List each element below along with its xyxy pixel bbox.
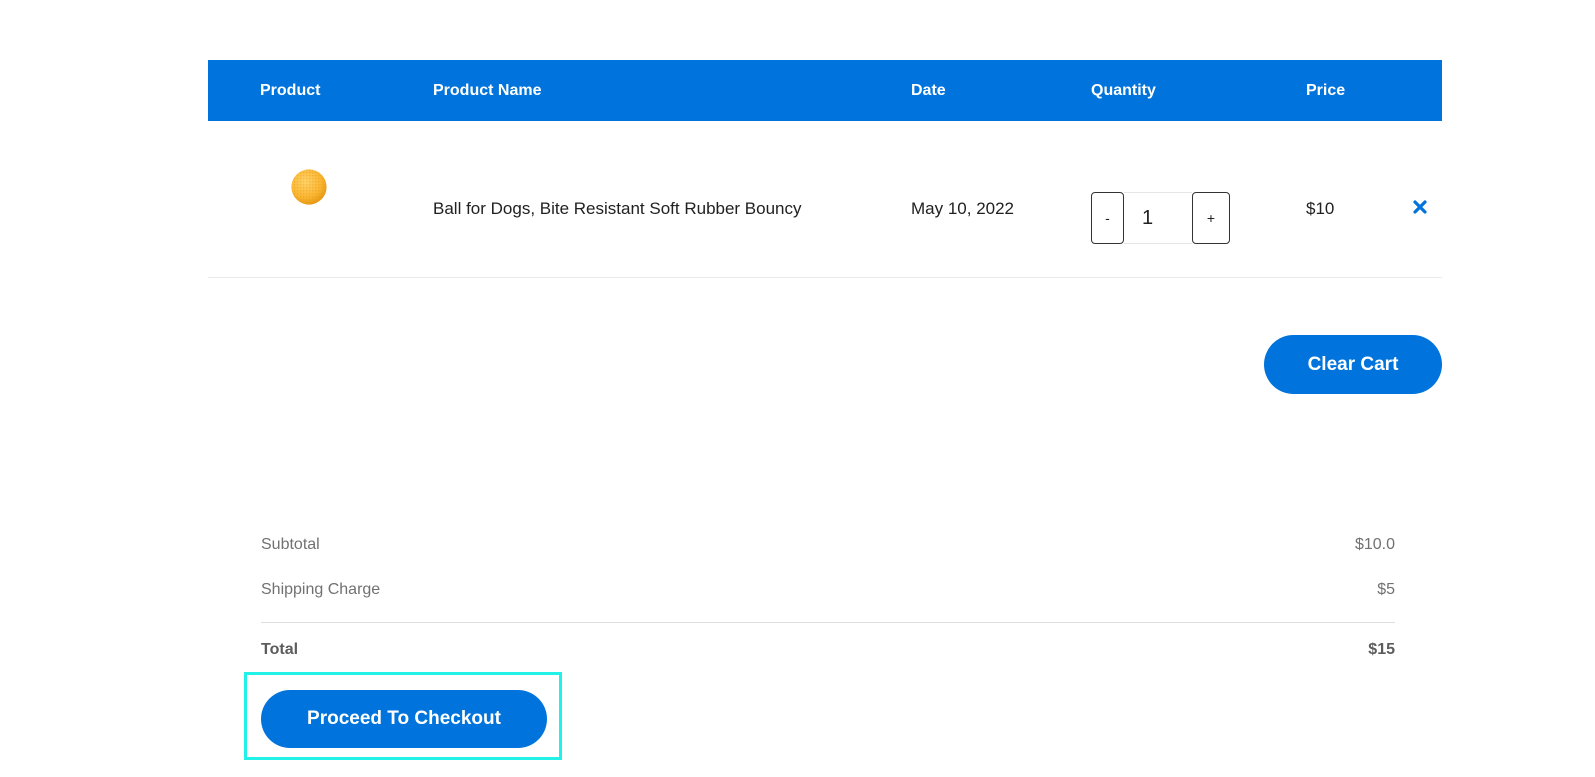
product-date: May 10, 2022 — [911, 199, 1015, 218]
clear-cart-button[interactable]: Clear Cart — [1264, 335, 1442, 394]
product-price: $10 — [1306, 199, 1335, 218]
cart-page: Product Product Name Date Quantity Price… — [0, 0, 1595, 777]
total-row: Total $15 — [261, 641, 1395, 663]
subtotal-label: Subtotal — [261, 536, 320, 553]
quantity-input[interactable] — [1124, 192, 1192, 244]
quantity-increment-button[interactable]: + — [1192, 192, 1230, 244]
quantity-decrement-button[interactable]: - — [1091, 192, 1124, 244]
shipping-value: $5 — [1377, 581, 1395, 598]
total-label: Total — [261, 641, 299, 658]
product-image-ball[interactable] — [290, 168, 328, 206]
shipping-label: Shipping Charge — [261, 581, 381, 598]
close-x-icon[interactable] — [1412, 199, 1428, 215]
header-quantity: Quantity — [1091, 82, 1156, 99]
header-product-name: Product Name — [433, 82, 542, 99]
shipping-row: Shipping Charge $5 — [261, 581, 1395, 603]
subtotal-row: Subtotal $10.0 — [261, 536, 1395, 558]
header-price: Price — [1306, 82, 1346, 99]
proceed-to-checkout-button[interactable]: Proceed To Checkout — [261, 690, 547, 748]
total-value: $15 — [1368, 641, 1395, 658]
product-name[interactable]: Ball for Dogs, Bite Resistant Soft Rubbe… — [433, 199, 802, 219]
summary-divider — [261, 622, 1395, 623]
cart-summary: Subtotal $10.0 Shipping Charge $5 Total … — [261, 536, 1395, 663]
cart-item-row: Ball for Dogs, Bite Resistant Soft Rubbe… — [208, 121, 1442, 278]
quantity-stepper: - + — [1091, 192, 1231, 244]
header-date: Date — [911, 82, 946, 99]
subtotal-value: $10.0 — [1354, 536, 1395, 553]
cart-table-header: Product Product Name Date Quantity Price — [208, 60, 1442, 121]
header-product: Product — [260, 82, 321, 99]
